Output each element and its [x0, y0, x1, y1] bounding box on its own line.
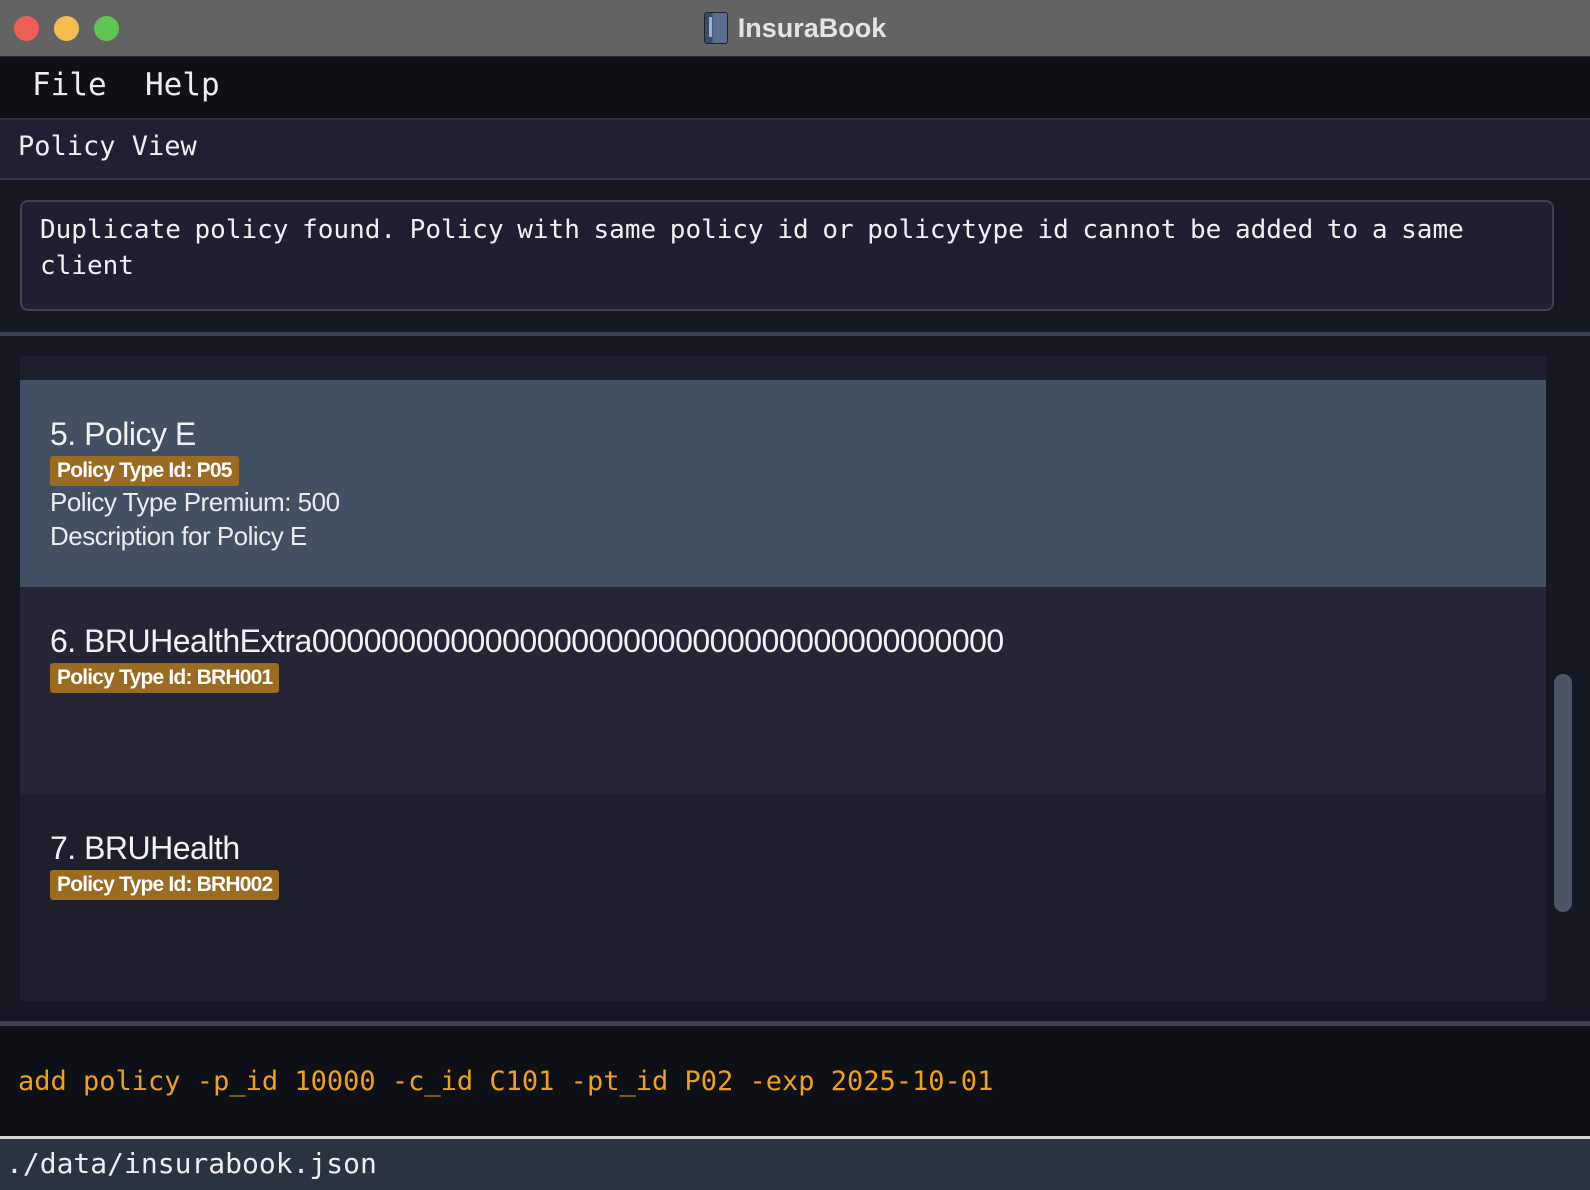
- command-box: [0, 1026, 1590, 1136]
- status-bar: ./data/insurabook.json: [0, 1139, 1590, 1190]
- window-title: InsuraBook: [737, 12, 887, 43]
- view-header: Policy View: [0, 120, 1590, 180]
- menu-bar: File Help: [0, 57, 1590, 120]
- view-title: Policy View: [18, 131, 197, 162]
- command-input[interactable]: [0, 1026, 1590, 1136]
- app-window: InsuraBook File Help Policy View Duplica…: [0, 0, 1590, 1190]
- policy-list-panel: 5. Policy E Policy Type Id: P05 Policy T…: [0, 336, 1590, 1021]
- menu-help[interactable]: Help: [145, 67, 220, 103]
- policy-type-badge: Policy Type Id: BRH001: [50, 663, 280, 693]
- policy-premium: Policy Type Premium: 500: [50, 487, 340, 517]
- policy-type-badge: Policy Type Id: P05: [50, 456, 239, 486]
- save-file-path: ./data/insurabook.json: [6, 1147, 377, 1180]
- policy-type-badge: Policy Type Id: BRH002: [50, 870, 280, 900]
- list-item-partial[interactable]: [20, 356, 1546, 380]
- window-title-group: InsuraBook: [0, 0, 1590, 56]
- title-bar: InsuraBook: [0, 0, 1590, 57]
- policy-name: 6. BRUHealthExtra00000000000000000000000…: [50, 623, 1004, 659]
- result-display-panel: Duplicate policy found. Policy with same…: [0, 180, 1590, 332]
- menu-file[interactable]: File: [32, 67, 107, 103]
- policy-description: Description for Policy E: [50, 521, 307, 551]
- policy-name: 7. BRUHealth: [50, 830, 240, 866]
- policy-card[interactable]: 5. Policy E Policy Type Id: P05 Policy T…: [20, 380, 1546, 587]
- notebook-icon: [703, 12, 728, 44]
- policy-card[interactable]: 6. BRUHealthExtra00000000000000000000000…: [20, 587, 1546, 794]
- list-scrollbar-thumb[interactable]: [1554, 674, 1572, 912]
- policy-card[interactable]: 7. BRUHealth Policy Type Id: BRH002: [20, 794, 1546, 1001]
- result-message: Duplicate policy found. Policy with same…: [40, 215, 1464, 281]
- result-display[interactable]: Duplicate policy found. Policy with same…: [20, 200, 1554, 311]
- policy-name: 5. Policy E: [50, 416, 196, 452]
